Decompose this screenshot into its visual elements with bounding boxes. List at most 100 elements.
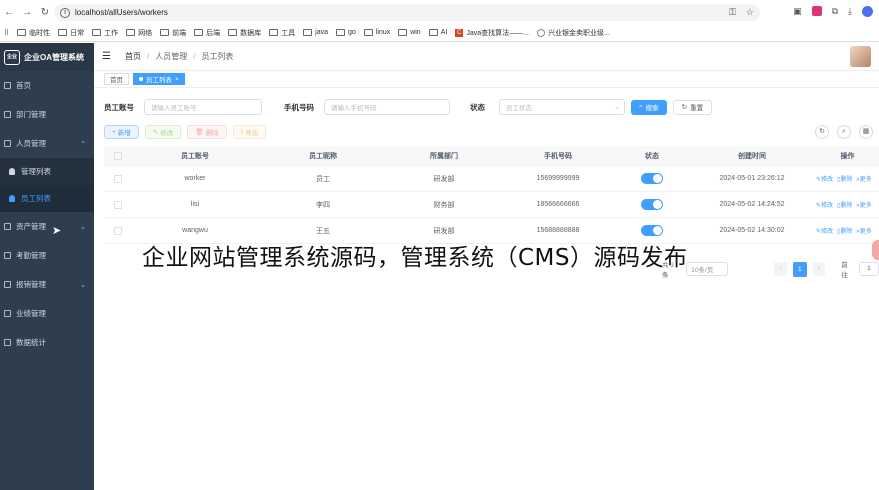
bookmark-folder[interactable]: win xyxy=(398,29,421,36)
bookmark-folder[interactable]: java xyxy=(303,29,328,36)
cell-created: 2024-05-01 23:26:12 xyxy=(719,175,785,182)
table-row: worker 员工 研发部 15699999999 2024-05-01 23:… xyxy=(104,166,879,192)
sidebar-item-reimbursement[interactable]: 报销管理 ⌄ xyxy=(0,270,94,299)
breadcrumb-item[interactable]: 首页 xyxy=(125,51,141,62)
bookmark-folder[interactable]: AI xyxy=(428,29,447,36)
row-delete-link[interactable]: ▯删除 xyxy=(837,229,852,235)
row-delete-link[interactable]: ▯删除 xyxy=(837,177,852,183)
add-button[interactable]: + 新增 xyxy=(104,125,139,139)
select-all-checkbox[interactable] xyxy=(114,151,122,160)
star-icon[interactable]: ☆ xyxy=(746,7,754,18)
row-more-link[interactable]: »更多 xyxy=(856,203,871,209)
row-edit-link[interactable]: ✎修改 xyxy=(816,177,833,183)
bookmark-link[interactable]: C Java查找算法——... xyxy=(455,28,529,38)
row-checkbox[interactable] xyxy=(114,200,122,209)
bookmark-folder[interactable]: 工具 xyxy=(269,28,295,38)
reload-icon[interactable]: ↻ xyxy=(36,7,54,18)
sidebar-item-personnel[interactable]: 人员管理 ⌃ xyxy=(0,129,94,158)
bookmark-link[interactable]: 兴业银金卖职业级... xyxy=(536,28,610,38)
page-number[interactable]: 1 xyxy=(793,261,807,277)
phone-input[interactable]: 请输入手机号码 xyxy=(324,99,450,115)
bookmark-folder[interactable]: 日常 xyxy=(58,28,84,38)
department-icon xyxy=(4,111,11,118)
row-checkbox[interactable] xyxy=(114,226,122,235)
goto-input[interactable]: 1 xyxy=(858,262,879,276)
sidebar-item-statistics[interactable]: 数据统计 xyxy=(0,328,94,357)
floating-widget[interactable] xyxy=(872,240,879,260)
download-icon[interactable]: ⤓ xyxy=(848,6,852,17)
app-logo[interactable]: 企业 企业OA管理系统 xyxy=(0,43,94,71)
export-button[interactable]: ⤓ 导出 xyxy=(232,125,267,139)
avatar[interactable] xyxy=(850,46,871,67)
sidebar-item-assets[interactable]: 资产管理 ⌄ xyxy=(0,212,94,241)
profile-icon[interactable] xyxy=(862,6,873,17)
key-icon[interactable]: ⚿ xyxy=(729,7,736,18)
cell-phone: 18566666666 xyxy=(536,201,580,208)
sidebar-item-performance[interactable]: 业绩管理 xyxy=(0,299,94,328)
site-info-icon[interactable]: i xyxy=(60,7,70,18)
reading-icon[interactable]: ▣ xyxy=(793,6,802,17)
sidebar-item-admin-list[interactable]: 管理列表 xyxy=(0,158,94,185)
forward-icon[interactable]: → xyxy=(18,7,36,18)
puzzle-icon[interactable]: ⧉ xyxy=(832,6,838,17)
search-icon: ⌕ xyxy=(639,103,643,110)
cell-nickname: 员工 xyxy=(316,175,330,183)
bookmark-folder[interactable]: 工作 xyxy=(92,28,118,38)
folder-icon xyxy=(303,29,313,36)
search-toggle-icon[interactable]: ⌕ xyxy=(837,125,851,139)
prev-page-button[interactable]: ‹ xyxy=(774,262,788,276)
globe-icon xyxy=(536,28,545,37)
status-switch[interactable] xyxy=(641,225,663,236)
tag-employee-list[interactable]: 员工列表 × xyxy=(133,73,185,85)
sidebar-item-department[interactable]: 部门管理 xyxy=(0,100,94,129)
sidebar-item-home[interactable]: 首页 xyxy=(0,71,94,100)
edit-button[interactable]: ✎ 修改 xyxy=(144,125,182,139)
next-page-button[interactable]: › xyxy=(812,262,826,276)
person-icon xyxy=(9,168,15,175)
bookmark-folder[interactable]: 网络 xyxy=(126,28,152,38)
status-switch[interactable] xyxy=(641,199,663,210)
reset-button[interactable]: ↻ 重置 xyxy=(672,99,713,115)
bookmark-folder[interactable]: 前端 xyxy=(160,28,186,38)
status-switch[interactable] xyxy=(641,173,663,184)
row-edit-link[interactable]: ✎修改 xyxy=(816,203,833,209)
search-button[interactable]: ⌕ 搜索 xyxy=(631,99,667,115)
close-icon[interactable]: × xyxy=(175,76,179,83)
row-checkbox[interactable] xyxy=(114,174,122,183)
tag-home[interactable]: 首页 xyxy=(104,73,129,85)
status-select[interactable]: 员工状态 ⌄ xyxy=(499,99,625,115)
sidebar-item-attendance[interactable]: 考勤管理 xyxy=(0,241,94,270)
table-header: 员工账号 员工昵称 所属部门 手机号码 状态 创建时间 操作 xyxy=(104,146,879,166)
bookmark-folder[interactable]: linux xyxy=(363,29,390,36)
url-text: localhost/allUsers/workers xyxy=(75,8,168,17)
row-edit-link[interactable]: ✎修改 xyxy=(816,229,833,235)
cell-dept: 研发部 xyxy=(433,175,455,183)
menu-fold-icon[interactable]: ☰ xyxy=(102,51,111,62)
page-size-select[interactable]: 10条/页 xyxy=(686,262,729,276)
bookmark-folder[interactable]: go xyxy=(335,29,356,36)
csdn-icon: C xyxy=(455,28,464,37)
bookmark-folder[interactable]: 后端 xyxy=(194,28,220,38)
account-input[interactable]: 请输入员工账号 xyxy=(144,99,262,115)
bookmark-folder[interactable]: 数据库 xyxy=(228,28,261,38)
columns-icon[interactable]: ▦ xyxy=(859,125,873,139)
trash-icon: 🗑 xyxy=(195,129,204,136)
extension-icon[interactable] xyxy=(811,6,822,16)
bookmark-folder[interactable]: 临时性 xyxy=(17,28,50,38)
chevron-down-icon: ⌄ xyxy=(614,104,620,111)
row-more-link[interactable]: »更多 xyxy=(856,229,871,235)
delete-button[interactable]: 🗑 删除 xyxy=(187,125,227,139)
refresh-icon[interactable]: ↻ xyxy=(815,125,829,139)
cell-nickname: 李四 xyxy=(316,201,330,209)
sidebar-item-employee-list[interactable]: 员工列表 xyxy=(0,185,94,212)
row-delete-link[interactable]: ▯删除 xyxy=(837,203,852,209)
account-label: 员工账号 xyxy=(104,102,134,112)
address-bar[interactable]: i localhost/allUsers/workers ⚿ ☆ xyxy=(54,4,760,21)
action-bar: + 新增 ✎ 修改 🗑 删除 ⤓ 导出 xyxy=(104,125,267,139)
back-icon[interactable]: ← xyxy=(0,7,18,18)
app-title: 企业OA管理系统 xyxy=(24,52,84,62)
folder-icon xyxy=(228,29,238,36)
row-more-link[interactable]: »更多 xyxy=(856,177,871,183)
column-header: 员工账号 xyxy=(181,152,209,160)
apps-icon[interactable]: ⠿ xyxy=(4,29,9,37)
